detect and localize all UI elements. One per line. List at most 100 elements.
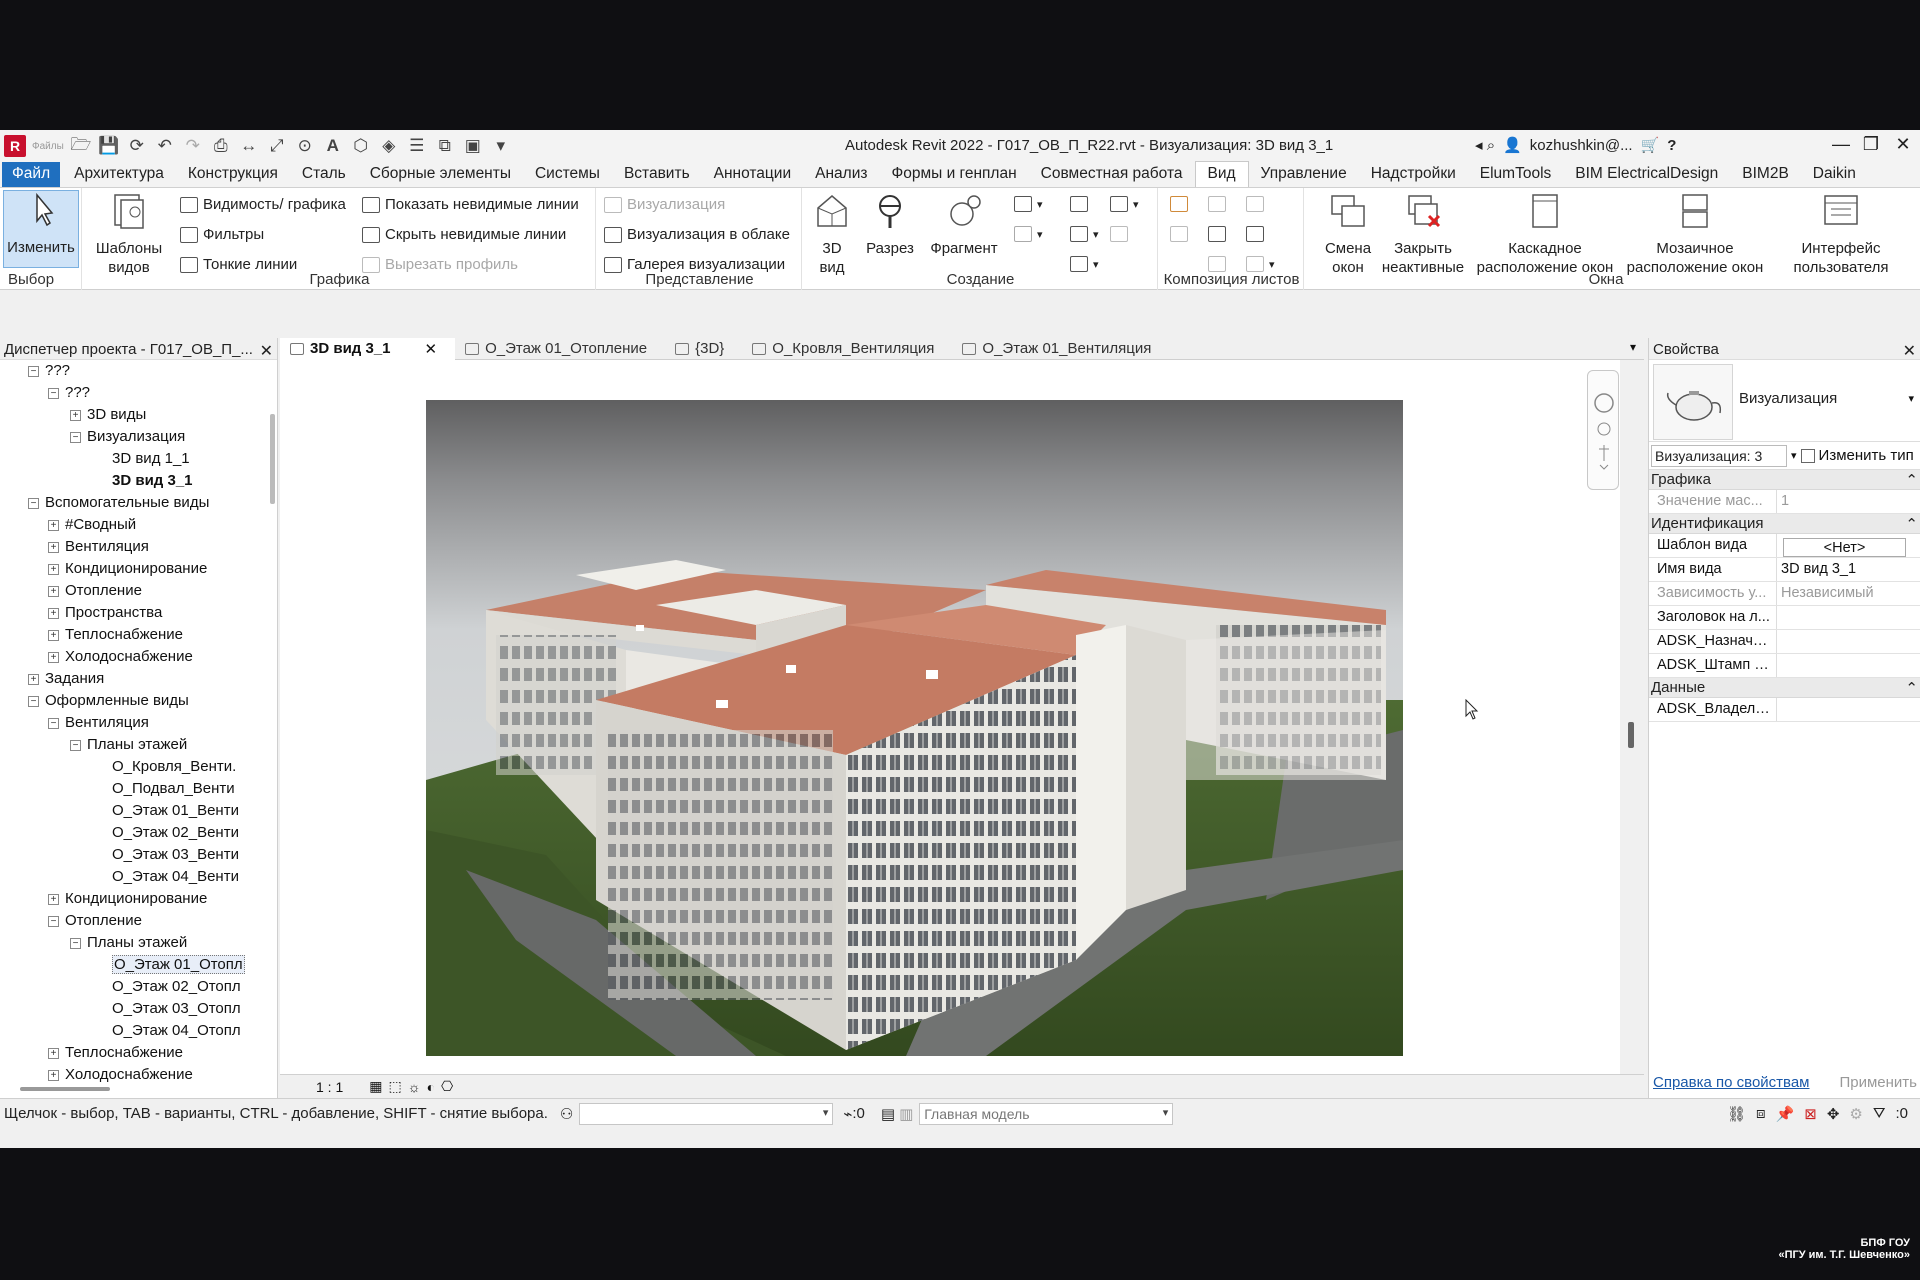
browser-item[interactable]: О_Этаж 04_Отопл <box>112 1020 241 1042</box>
ribbon-tab[interactable]: BIM2B <box>1730 162 1801 187</box>
browser-item[interactable]: −??? <box>28 360 70 382</box>
filters-button[interactable]: Фильтры <box>180 226 264 243</box>
browser-item[interactable]: + Задания <box>28 668 104 690</box>
thin-lines-icon[interactable]: ☰ <box>406 135 428 157</box>
text-icon[interactable]: A <box>322 135 344 157</box>
cascade-windows-button[interactable]: Каскадное расположение окон <box>1472 192 1618 277</box>
close-window-button[interactable]: ✕ <box>1890 134 1916 158</box>
render-button[interactable]: Визуализация <box>604 196 725 213</box>
revit-app-icon[interactable]: R <box>4 135 26 157</box>
help-icon[interactable]: ? <box>1667 137 1676 154</box>
schedules-button[interactable]: ▾ <box>1110 196 1139 212</box>
browser-item[interactable]: − Вентиляция <box>48 712 149 734</box>
customize-qat-icon[interactable]: ▾ <box>490 135 512 157</box>
category-identity[interactable]: Идентификация ⌃ <box>1649 514 1920 534</box>
drafting-view-button[interactable] <box>1070 196 1088 212</box>
expand-icon[interactable]: + <box>70 409 81 421</box>
close-hidden-icon[interactable]: ⧉ <box>434 135 456 157</box>
close-inactive-button[interactable]: Закрыть неактивные <box>1378 192 1468 277</box>
workset-icon[interactable]: ⚇ <box>560 1105 573 1123</box>
tile-windows-button[interactable]: Мозаичное расположение окон <box>1622 192 1768 277</box>
collapse-icon[interactable]: − <box>28 695 39 707</box>
browser-item[interactable]: О_Этаж 02_Венти <box>112 822 239 844</box>
design-option-dropdown[interactable]: Главная модель ▾ <box>919 1102 1174 1125</box>
restore-button[interactable]: ❐ <box>1858 134 1884 158</box>
close-properties-icon[interactable]: ✕ <box>1903 341 1916 360</box>
collapse-icon[interactable]: − <box>28 497 39 509</box>
property-row[interactable]: Зависимость у... Независимый <box>1649 582 1920 606</box>
modify-button[interactable]: Изменить <box>3 190 79 268</box>
title-block-button[interactable] <box>1246 196 1264 212</box>
edit-type-button[interactable]: Изменить тип <box>1819 447 1914 464</box>
collapse-icon[interactable]: ⌃ <box>1905 471 1918 489</box>
ribbon-tab[interactable]: Аннотации <box>702 162 803 187</box>
select-underlay-icon[interactable]: ⧈ <box>1756 1105 1766 1122</box>
collapse-icon[interactable]: − <box>70 937 81 949</box>
browser-item[interactable]: О_Подвал_Венти <box>112 778 235 800</box>
browser-item[interactable]: О_Этаж 02_Отопл <box>112 976 241 998</box>
ribbon-tab[interactable]: Управление <box>1249 162 1359 187</box>
ribbon-tab[interactable]: Сборные элементы <box>358 162 523 187</box>
browser-item[interactable]: О_Этаж 01_Венти <box>112 800 239 822</box>
drawing-area[interactable] <box>280 360 1620 1074</box>
section-button[interactable]: Разрез <box>860 192 920 258</box>
collapse-icon[interactable]: − <box>28 365 39 377</box>
ribbon-tab[interactable]: Файл <box>2 162 61 187</box>
select-links-icon[interactable]: ⛓ <box>1727 1105 1746 1123</box>
ribbon-tab[interactable]: Конструкция <box>176 162 290 187</box>
expand-icon[interactable]: + <box>48 541 59 553</box>
property-value[interactable]: 3D вид 3_1 <box>1777 558 1920 581</box>
browser-item[interactable]: + Вентиляция <box>48 536 149 558</box>
matchline-button[interactable] <box>1246 226 1264 242</box>
expand-icon[interactable]: + <box>48 1047 59 1059</box>
ribbon-tab[interactable]: Формы и генплан <box>879 162 1028 187</box>
sheet-button[interactable] <box>1170 196 1188 212</box>
view-tab[interactable]: 3D вид 3_1 ✕ <box>280 337 456 360</box>
type-selector[interactable]: Визуализация ▾ <box>1649 360 1920 442</box>
browser-item[interactable]: + Теплоснабжение <box>48 624 183 646</box>
instance-filter-dropdown[interactable]: Визуализация: 3 <box>1651 444 1787 467</box>
expand-icon[interactable]: + <box>48 651 59 663</box>
property-row[interactable]: Заголовок на л... <box>1649 606 1920 630</box>
print-icon[interactable]: ⎙ <box>210 135 232 157</box>
render-cloud-button[interactable]: Визуализация в облаке <box>604 226 790 243</box>
ribbon-tab[interactable]: Вид <box>1194 161 1249 187</box>
search-binoculars-icon[interactable]: ◂ ⌕ <box>1475 136 1495 154</box>
scope-box-button[interactable] <box>1110 226 1128 242</box>
expand-icon[interactable]: + <box>48 1069 59 1081</box>
property-row[interactable]: ADSK_Назначе... <box>1649 630 1920 654</box>
edit-type-icon[interactable] <box>1800 448 1815 463</box>
property-value[interactable] <box>1777 606 1920 629</box>
hide-hidden-lines-button[interactable]: Скрыть невидимые линии <box>362 226 566 243</box>
filter-icon[interactable]: ⛛ <box>1873 1105 1886 1122</box>
browser-item[interactable]: − Визуализация <box>70 426 185 448</box>
detail-level-icon[interactable]: ▦ <box>369 1078 382 1095</box>
property-row[interactable]: Шаблон вида <Нет> <box>1649 534 1920 558</box>
ribbon-tab[interactable]: Архитектура <box>62 162 176 187</box>
property-value[interactable] <box>1777 654 1920 677</box>
revisions-button[interactable] <box>1170 226 1188 242</box>
property-row[interactable]: ADSK_Владеле... <box>1649 698 1920 722</box>
close-browser-icon[interactable]: ✕ <box>260 341 273 360</box>
browser-item[interactable]: О_Этаж 03_Отопл <box>112 998 241 1020</box>
browser-item[interactable]: − Планы этажей <box>70 734 187 756</box>
user-name[interactable]: kozhushkin@... <box>1530 137 1633 154</box>
3d-view-icon[interactable]: ⬡ <box>350 135 372 157</box>
browser-item[interactable]: + Кондиционирование <box>48 888 207 910</box>
expand-icon[interactable]: + <box>48 519 59 531</box>
shadows-icon[interactable]: ◐ <box>427 1079 435 1095</box>
property-value[interactable] <box>1777 630 1920 653</box>
render-dialog-icon[interactable]: ⎔ <box>441 1078 453 1095</box>
browser-item[interactable]: + Холодоснабжение <box>48 646 193 668</box>
browser-item[interactable]: − Оформленные виды <box>28 690 189 712</box>
collapse-icon[interactable]: − <box>70 739 81 751</box>
ribbon-tab[interactable]: Вставить <box>612 162 702 187</box>
collapse-icon[interactable]: ⌃ <box>1905 515 1918 533</box>
open-icon[interactable]: 🗁 <box>70 135 92 157</box>
type-dropdown-icon[interactable]: ▾ <box>1908 392 1914 405</box>
workset-dropdown[interactable]: ▾ <box>579 1102 834 1125</box>
ribbon-tab[interactable]: Надстройки <box>1359 162 1468 187</box>
tag-icon[interactable]: ⊙ <box>294 135 316 157</box>
select-panel-title[interactable]: Выбор <box>0 271 81 288</box>
browser-item[interactable]: − Вспомогательные виды <box>28 492 209 514</box>
